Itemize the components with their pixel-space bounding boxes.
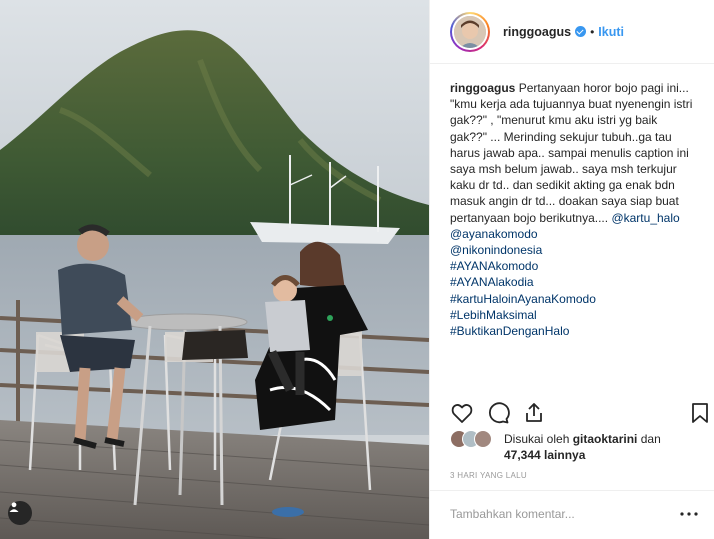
mention-ayanakomodo[interactable]: @ayanakomodo: [450, 227, 538, 241]
post-timestamp[interactable]: 3 HARI YANG LALU: [450, 471, 527, 480]
likes-text: Disukai oleh gitaoktarini dan 47,344 lai…: [504, 431, 704, 463]
mention-nikonindonesia[interactable]: @nikonindonesia: [450, 242, 695, 258]
comment-bubble-icon[interactable]: [486, 401, 510, 425]
share-icon[interactable]: [522, 401, 546, 425]
hashtag-kartuhaloinayanakomodo[interactable]: #kartuHaloinAyanaKomodo: [450, 291, 695, 307]
hashtag-ayanalakodia[interactable]: #AYANAlakodia: [450, 274, 695, 290]
more-options-icon[interactable]: [677, 503, 701, 525]
comment-input[interactable]: [450, 503, 670, 525]
caption-username[interactable]: ringgoagus: [450, 81, 515, 95]
post-image[interactable]: [0, 0, 429, 539]
verified-badge-icon: [575, 26, 587, 37]
caption-block: ringgoagus Pertanyaan horor bojo pagi in…: [450, 80, 695, 339]
instagram-post: ringgoagus • Ikuti ringgoagus Pertanyaan…: [0, 0, 714, 539]
likes-prefix: Disukai oleh: [504, 432, 570, 446]
follow-button[interactable]: Ikuti: [598, 25, 624, 39]
hashtag-ayanakomodo[interactable]: #AYANAkomodo: [450, 258, 695, 274]
bookmark-icon[interactable]: [688, 401, 712, 425]
slippers: [272, 507, 304, 517]
add-comment-section: [430, 490, 714, 539]
hashtag-lebihmaksimal[interactable]: #LebihMaksimal: [450, 307, 695, 323]
post-header: ringgoagus • Ikuti: [430, 0, 714, 64]
hashtag-buktikandenganhalo[interactable]: #BuktikanDenganHalo: [450, 323, 695, 339]
person-tag-icon: [9, 502, 19, 512]
caption-text: Pertanyaan horor bojo pagi ini... "kmu k…: [450, 81, 696, 225]
story-ring[interactable]: [450, 11, 490, 52]
user-tags-button[interactable]: [8, 501, 32, 525]
mention-kartu-halo[interactable]: @kartu_halo: [611, 211, 679, 225]
post-side-panel: ringgoagus • Ikuti ringgoagus Pertanyaan…: [429, 0, 714, 539]
handbag: [182, 330, 248, 360]
likes-count[interactable]: 47,344 lainnya: [504, 448, 585, 462]
heart-icon[interactable]: [450, 401, 474, 425]
separator-dot: •: [590, 24, 595, 39]
post-photo[interactable]: [0, 0, 429, 539]
liker-username[interactable]: gitaoktarini: [573, 432, 638, 446]
liker-avatar[interactable]: [474, 430, 492, 448]
profile-avatar[interactable]: [454, 15, 486, 48]
action-bar: [430, 397, 714, 429]
liker-avatars[interactable]: [450, 430, 494, 448]
likes-and: dan: [637, 432, 661, 446]
header-username[interactable]: ringgoagus: [503, 25, 571, 39]
